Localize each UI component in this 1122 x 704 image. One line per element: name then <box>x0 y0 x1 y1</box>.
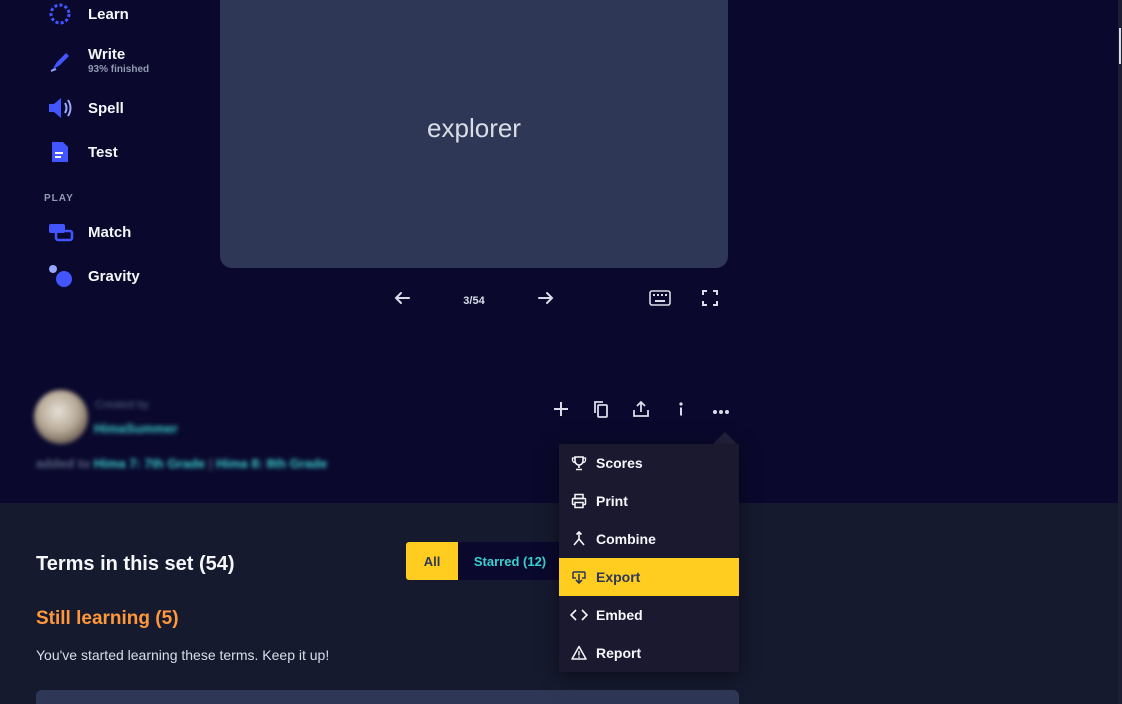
flashcard[interactable]: explorer <box>220 0 728 268</box>
spell-icon <box>44 94 76 122</box>
warning-icon <box>570 644 588 662</box>
printer-icon <box>570 492 588 510</box>
keyboard-icon <box>649 289 671 311</box>
share-button[interactable] <box>628 398 654 424</box>
write-icon <box>44 47 76 75</box>
trophy-icon <box>570 454 588 472</box>
menu-item-embed[interactable]: Embed <box>559 596 739 634</box>
learn-icon <box>44 0 76 28</box>
added-to-label: added to <box>36 456 91 471</box>
class-link-2[interactable]: Hima 8: 8th Grade <box>216 456 327 471</box>
flashcard-term: explorer <box>427 112 521 143</box>
menu-item-export-label: Export <box>596 569 641 585</box>
creator-avatar[interactable] <box>34 390 88 444</box>
menu-item-print-label: Print <box>596 493 628 509</box>
info-icon <box>676 401 686 422</box>
card-counter: 3/54 <box>463 295 485 307</box>
creator-name-link[interactable]: HimaSummer <box>94 421 178 436</box>
menu-item-combine[interactable]: Combine <box>559 520 739 558</box>
match-icon <box>44 218 76 246</box>
fullscreen-button[interactable] <box>698 288 722 312</box>
still-learning-title: Still learning (5) <box>36 608 179 629</box>
creator-role: Created by <box>95 399 149 411</box>
mode-learn-label: Learn <box>88 5 129 23</box>
add-to-folder-button[interactable] <box>548 398 574 424</box>
mode-spell[interactable]: Spell <box>44 94 124 122</box>
next-card-button[interactable] <box>534 288 558 312</box>
game-gravity-label: Gravity <box>88 267 140 285</box>
combine-icon <box>570 530 588 548</box>
copy-icon <box>592 400 610 423</box>
embed-icon <box>570 606 588 624</box>
test-icon <box>44 138 76 166</box>
arrow-right-icon <box>537 289 555 312</box>
scrollbar-track[interactable] <box>1118 0 1122 704</box>
menu-item-scores-label: Scores <box>596 455 643 471</box>
more-options-menu: Scores Print Combine Export Embed Report <box>559 444 739 672</box>
mode-spell-label: Spell <box>88 99 124 117</box>
mode-write-progress: 93% finished <box>88 64 150 75</box>
game-match-label: Match <box>88 223 132 241</box>
menu-item-scores[interactable]: Scores <box>559 444 739 482</box>
copy-set-button[interactable] <box>588 398 614 424</box>
term-card[interactable] <box>36 690 739 704</box>
keyboard-shortcuts-button[interactable] <box>646 288 674 312</box>
gravity-icon <box>44 262 76 290</box>
share-icon <box>632 400 650 423</box>
mode-test-label: Test <box>88 143 118 161</box>
filter-starred-button[interactable]: Starred (12) <box>458 542 562 580</box>
menu-item-combine-label: Combine <box>596 531 656 547</box>
more-horizontal-icon <box>712 402 730 420</box>
previous-card-button[interactable] <box>390 288 414 312</box>
arrow-left-icon <box>393 289 411 312</box>
info-button[interactable] <box>668 398 694 424</box>
menu-item-report[interactable]: Report <box>559 634 739 672</box>
menu-item-export[interactable]: Export <box>559 558 739 596</box>
menu-item-print[interactable]: Print <box>559 482 739 520</box>
filter-all-button[interactable]: All <box>406 542 458 580</box>
fullscreen-icon <box>701 289 719 312</box>
scrollbar-thumb[interactable] <box>1119 28 1121 64</box>
class-link-1[interactable]: Hima 7: 7th Grade <box>94 456 205 471</box>
menu-item-report-label: Report <box>596 645 642 661</box>
game-gravity[interactable]: Gravity <box>44 262 140 290</box>
mode-write-label: Write <box>88 46 126 63</box>
terms-section-title: Terms in this set (54) <box>36 553 235 575</box>
menu-caret <box>713 432 737 444</box>
more-options-button[interactable] <box>708 398 734 424</box>
menu-item-embed-label: Embed <box>596 607 643 623</box>
play-section-label: PLAY <box>44 193 74 204</box>
mode-learn[interactable]: Learn <box>44 0 129 28</box>
export-icon <box>570 568 588 586</box>
still-learning-description: You've started learning these terms. Kee… <box>36 647 330 663</box>
mode-test[interactable]: Test <box>44 138 118 166</box>
class-separator: | <box>208 456 213 471</box>
game-match[interactable]: Match <box>44 218 131 246</box>
added-to-classes: added to Hima 7: 7th Grade | Hima 8: 8th… <box>36 456 327 471</box>
plus-icon <box>553 401 569 422</box>
mode-write[interactable]: Write 93% finished <box>44 46 149 75</box>
